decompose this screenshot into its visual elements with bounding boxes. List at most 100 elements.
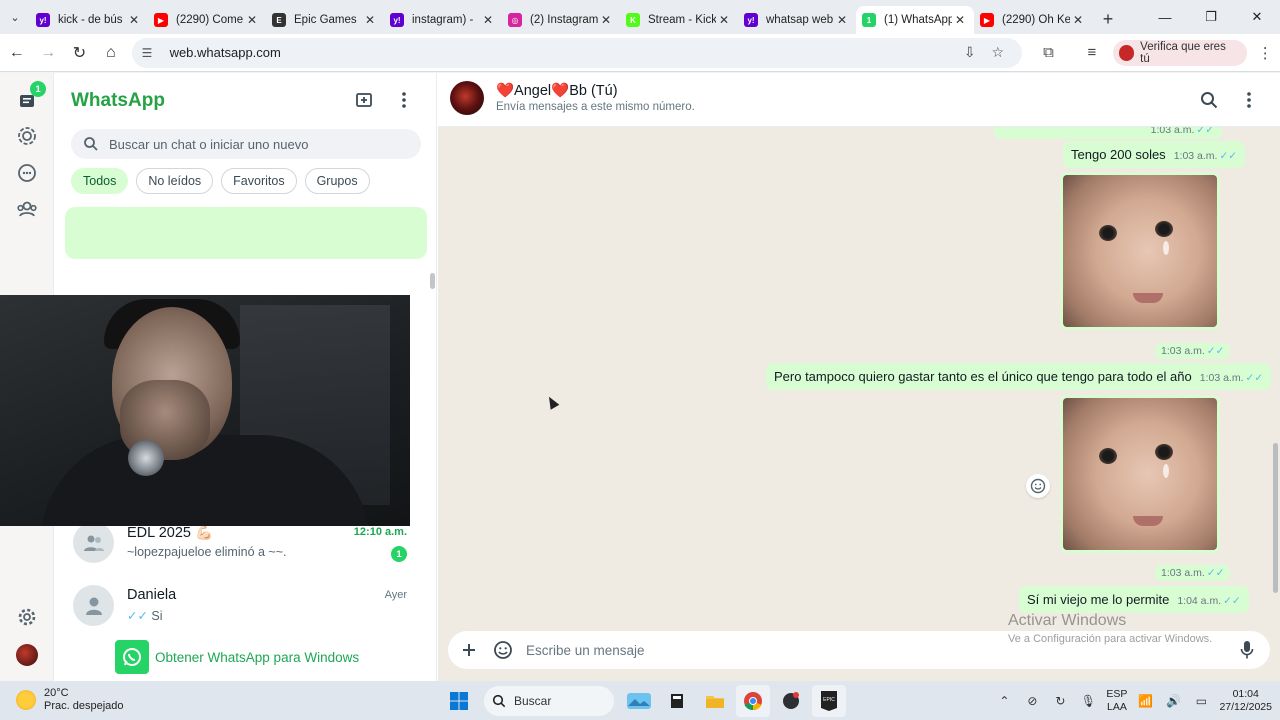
image-message[interactable] bbox=[1060, 172, 1220, 330]
chat-list-item[interactable]: Daniela Ayer ✓✓ Si bbox=[55, 577, 436, 641]
browser-tab[interactable]: E Epic Games ✕ bbox=[266, 6, 384, 34]
tab-close-icon[interactable]: ✕ bbox=[480, 13, 496, 27]
tab-search-button[interactable]: ⌄ bbox=[0, 0, 30, 34]
tab-title: Stream - Kick bbox=[648, 14, 716, 26]
image-message[interactable] bbox=[1060, 395, 1220, 553]
media-controls-icon[interactable]: ≡ bbox=[1077, 38, 1106, 68]
tab-close-icon[interactable]: ✕ bbox=[716, 13, 732, 27]
chat-menu-icon[interactable] bbox=[1238, 89, 1260, 111]
profile-button[interactable]: Verifica que eres tú bbox=[1112, 39, 1247, 66]
search-in-chat-icon[interactable] bbox=[1198, 89, 1220, 111]
conversation-header[interactable]: ❤️Angel❤️Bb (Tú) Envía mensajes a este m… bbox=[438, 73, 1280, 127]
browser-tab[interactable]: K Stream - Kick ✕ bbox=[620, 6, 738, 34]
tab-close-icon[interactable]: ✕ bbox=[362, 13, 378, 27]
settings-gear-icon[interactable] bbox=[13, 603, 41, 631]
extensions-icon[interactable]: ⧉ bbox=[1034, 38, 1063, 68]
search-icon bbox=[492, 694, 506, 708]
conversation-scrollbar[interactable] bbox=[1273, 443, 1278, 593]
notification-banner[interactable] bbox=[65, 207, 427, 259]
reload-button[interactable]: ↻ bbox=[65, 38, 94, 68]
browser-tab[interactable]: y! instagram) - ✕ bbox=[384, 6, 502, 34]
browser-tab[interactable]: y! whatsap web ✕ bbox=[738, 6, 856, 34]
tab-title: (2) Instagram bbox=[530, 14, 598, 26]
battery-icon[interactable]: ▭ bbox=[1191, 694, 1211, 708]
sticker-emoji-icon[interactable] bbox=[486, 633, 520, 667]
url-text[interactable]: web.whatsapp.com bbox=[170, 45, 956, 60]
tray-app-icon[interactable]: ⊘ bbox=[1022, 694, 1042, 708]
microphone-icon[interactable] bbox=[1230, 633, 1264, 667]
message-time: 1:04 a.m. bbox=[1177, 595, 1222, 607]
taskbar-clock[interactable]: 01:04 27/12/2025 bbox=[1219, 688, 1272, 714]
tray-sync-icon[interactable]: ↻ bbox=[1050, 694, 1070, 708]
crying-baby-image[interactable] bbox=[1063, 175, 1217, 327]
message-bubble[interactable]: 1:03 a.m. ✓✓ bbox=[994, 127, 1222, 139]
message-list[interactable]: 1:03 a.m. ✓✓ Tengo 200 soles 1:03 a.m. ✓✓ 1… bbox=[438, 127, 1280, 627]
new-chat-icon[interactable] bbox=[353, 89, 375, 111]
message-time: 1:03 a.m. bbox=[1150, 127, 1195, 136]
tray-chevron-icon[interactable]: ⌃ bbox=[994, 694, 1014, 708]
weather-widget[interactable]: 20°C Prac. despejado bbox=[16, 687, 124, 713]
close-window-button[interactable]: ✕ bbox=[1234, 0, 1280, 34]
channels-icon[interactable] bbox=[13, 159, 41, 187]
address-bar[interactable]: ☰ web.whatsapp.com ⇩ ☆ bbox=[131, 37, 1022, 68]
volume-icon[interactable]: 🔊 bbox=[1163, 694, 1183, 708]
react-emoji-icon[interactable] bbox=[1026, 474, 1050, 498]
tray-mic-icon[interactable]: 🎙 bbox=[1078, 694, 1098, 708]
filter-chip[interactable]: Todos bbox=[71, 168, 129, 194]
window-controls: — ❐ ✕ bbox=[1142, 0, 1280, 34]
site-info-icon[interactable]: ☰ bbox=[142, 46, 160, 60]
taskbar-search[interactable]: Buscar bbox=[484, 686, 614, 716]
tab-close-icon[interactable]: ✕ bbox=[598, 13, 614, 27]
message-bubble[interactable]: Sí mi viejo me lo permite 1:04 a.m. ✓✓ bbox=[1019, 586, 1249, 613]
install-app-icon[interactable]: ⇩ bbox=[956, 44, 984, 61]
maximize-button[interactable]: ❐ bbox=[1188, 0, 1234, 34]
tab-close-icon[interactable]: ✕ bbox=[244, 13, 260, 27]
browser-tab-strip: ⌄ y! kick - de bús ✕ ▶ (2290) Come ✕ E Epic Gam… bbox=[0, 0, 1280, 34]
profile-avatar[interactable] bbox=[16, 644, 38, 666]
tab-title: (2290) Oh Ke bbox=[1002, 14, 1070, 26]
task-view-icon[interactable] bbox=[660, 685, 694, 717]
forward-button[interactable]: → bbox=[33, 38, 62, 68]
filter-chip[interactable]: Grupos bbox=[304, 168, 370, 194]
start-windows-icon[interactable] bbox=[442, 685, 476, 717]
contact-avatar[interactable] bbox=[450, 81, 484, 115]
browser-menu-icon[interactable]: ⋮ bbox=[1251, 38, 1280, 68]
browser-tab[interactable]: ▶ (2290) Come ✕ bbox=[148, 6, 266, 34]
temperature: 20°C bbox=[44, 687, 69, 699]
epic-games-icon[interactable]: EPIC bbox=[812, 685, 846, 717]
get-windows-app-link[interactable]: Obtener WhatsApp para Windows bbox=[115, 640, 359, 674]
widgets-landscape-icon[interactable] bbox=[622, 685, 656, 717]
filter-chip[interactable]: Favoritos bbox=[221, 168, 297, 194]
tab-close-icon[interactable]: ✕ bbox=[834, 13, 850, 27]
message-text: Pero tampoco quiero gastar tanto es el ú… bbox=[774, 369, 1192, 384]
browser-tab[interactable]: ▶ (2290) Oh Ke ✕ bbox=[974, 6, 1092, 34]
bookmark-star-icon[interactable]: ☆ bbox=[984, 44, 1012, 61]
communities-icon[interactable] bbox=[13, 195, 41, 223]
tab-close-icon[interactable]: ✕ bbox=[126, 13, 142, 27]
language-indicator[interactable]: ESP LAA bbox=[1106, 688, 1127, 714]
back-button[interactable]: ← bbox=[2, 38, 31, 68]
attach-plus-icon[interactable] bbox=[452, 633, 486, 667]
chrome-icon[interactable] bbox=[736, 685, 770, 717]
crying-baby-image[interactable] bbox=[1063, 398, 1217, 550]
file-explorer-icon[interactable] bbox=[698, 685, 732, 717]
app-dark-icon[interactable] bbox=[774, 685, 808, 717]
browser-tab[interactable]: 1 (1) WhatsApp ✕ bbox=[856, 6, 974, 34]
tab-close-icon[interactable]: ✕ bbox=[1070, 13, 1086, 27]
chat-search-box[interactable]: Buscar un chat o iniciar uno nuevo bbox=[71, 129, 421, 159]
minimize-button[interactable]: — bbox=[1142, 0, 1188, 34]
chat-list-scrollbar[interactable] bbox=[430, 273, 435, 289]
read-ticks-icon: ✓✓ bbox=[127, 609, 148, 623]
tab-close-icon[interactable]: ✕ bbox=[952, 13, 968, 27]
menu-dots-icon[interactable] bbox=[393, 89, 415, 111]
status-icon[interactable] bbox=[13, 122, 41, 150]
browser-tab[interactable]: ◎ (2) Instagram ✕ bbox=[502, 6, 620, 34]
filter-chip[interactable]: No leídos bbox=[136, 168, 214, 194]
new-tab-button[interactable]: + bbox=[1096, 5, 1120, 33]
browser-tab[interactable]: y! kick - de bús ✕ bbox=[30, 6, 148, 34]
wifi-icon[interactable]: 📶 bbox=[1135, 694, 1155, 708]
home-button[interactable]: ⌂ bbox=[96, 38, 125, 68]
chats-unread-badge: 1 bbox=[30, 81, 46, 97]
message-bubble[interactable]: Pero tampoco quiero gastar tanto es el ú… bbox=[766, 363, 1272, 390]
message-bubble[interactable]: Tengo 200 soles 1:03 a.m. ✓✓ bbox=[1063, 141, 1246, 168]
